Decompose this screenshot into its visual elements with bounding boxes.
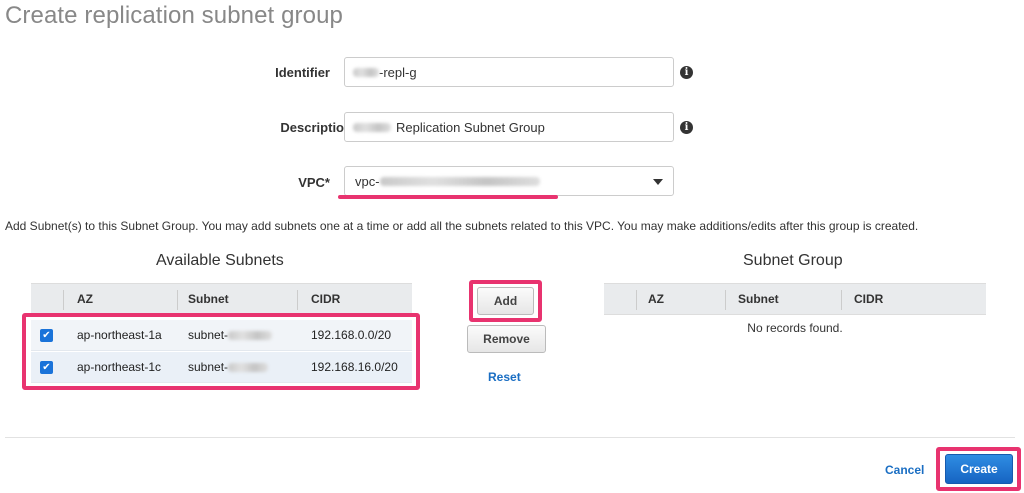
column-separator <box>63 290 64 310</box>
redacted-text <box>353 67 379 77</box>
column-subnet[interactable]: Subnet <box>188 292 229 306</box>
available-subnets-title: Available Subnets <box>156 252 284 269</box>
highlight-box <box>22 313 420 390</box>
highlight-box <box>469 280 542 322</box>
description-label: Description* <box>280 120 357 135</box>
column-separator <box>725 290 726 310</box>
column-cidr[interactable]: CIDR <box>854 292 883 306</box>
divider <box>5 437 1015 438</box>
highlight-box <box>936 447 1021 491</box>
group-grid-header: AZ Subnet CIDR <box>604 283 986 315</box>
column-az[interactable]: AZ <box>77 292 93 306</box>
remove-button[interactable]: Remove <box>467 325 546 353</box>
cancel-button[interactable]: Cancel <box>885 463 924 477</box>
redacted-text <box>379 176 540 186</box>
page-title: Create replication subnet group <box>5 2 343 29</box>
identifier-input[interactable]: -repl-g <box>344 57 674 87</box>
vpc-value: vpc- <box>355 173 380 189</box>
available-grid-header: AZ Subnet CIDR <box>31 283 412 315</box>
column-separator <box>841 290 842 310</box>
column-separator <box>636 290 637 310</box>
description-value: Replication Subnet Group <box>396 119 545 135</box>
column-separator <box>297 290 298 310</box>
reset-link[interactable]: Reset <box>488 370 521 384</box>
empty-message: No records found. <box>747 321 843 335</box>
subnet-group-title: Subnet Group <box>743 252 843 269</box>
description-input[interactable]: Replication Subnet Group <box>344 112 674 142</box>
vpc-label: VPC* <box>298 175 330 190</box>
column-subnet[interactable]: Subnet <box>738 292 779 306</box>
help-text: Add Subnet(s) to this Subnet Group. You … <box>5 219 919 233</box>
column-az[interactable]: AZ <box>648 292 664 306</box>
column-cidr[interactable]: CIDR <box>311 292 340 306</box>
identifier-value: -repl-g <box>379 64 417 80</box>
identifier-label: Identifier <box>275 65 330 80</box>
redacted-text <box>353 122 391 132</box>
info-icon[interactable]: i <box>680 121 693 134</box>
vpc-select[interactable]: vpc- <box>344 166 674 196</box>
column-separator <box>177 290 178 310</box>
info-icon[interactable]: i <box>680 66 693 79</box>
caret-down-icon <box>653 179 663 185</box>
highlight-underline <box>338 195 558 199</box>
